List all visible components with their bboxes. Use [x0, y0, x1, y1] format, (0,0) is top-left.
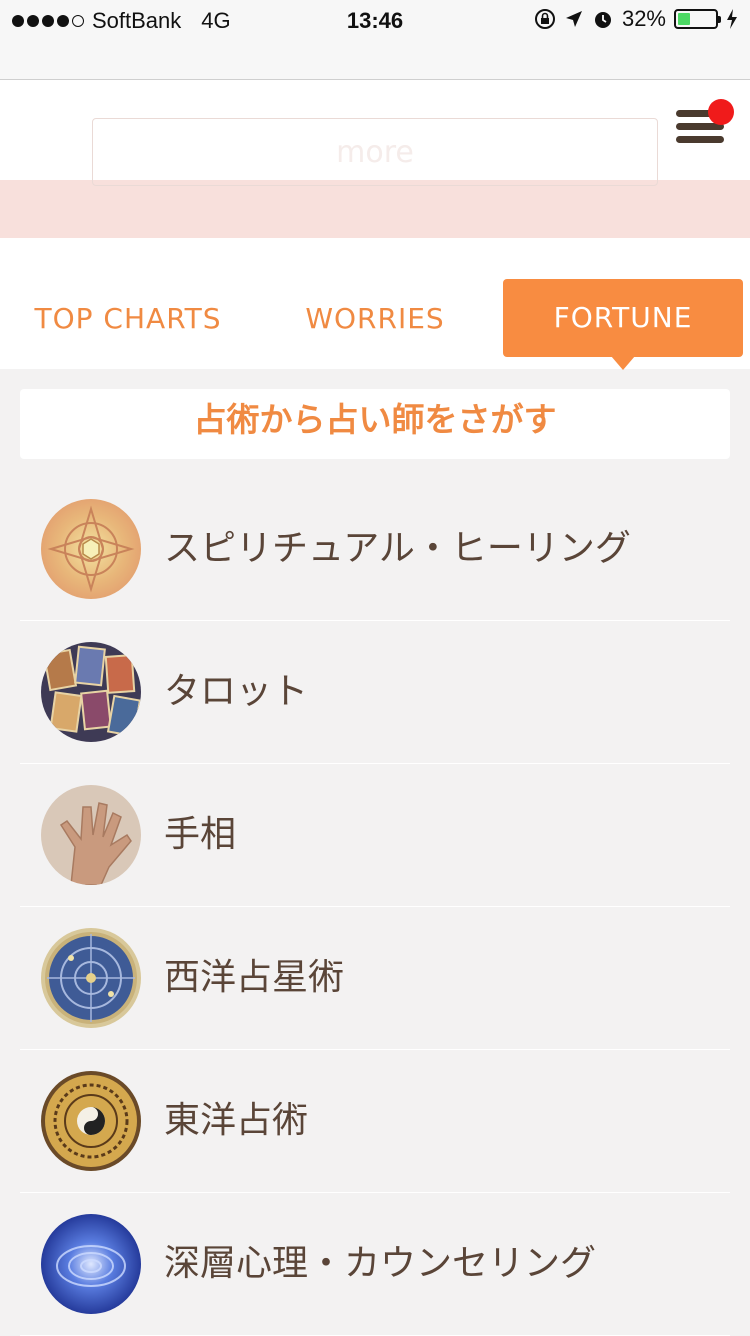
tab-fortune[interactable]: FORTUNE	[503, 279, 743, 370]
list-item-label: 手相	[164, 814, 237, 855]
list-item[interactable]: 東洋占術	[20, 1050, 730, 1193]
list-item[interactable]: タロット	[20, 621, 730, 764]
list-item-label: タロット	[164, 671, 309, 712]
yin-yang-compass-icon	[41, 1071, 141, 1171]
tarot-cards-icon	[41, 642, 141, 742]
palm-icon	[41, 785, 141, 885]
section-title: 占術から占い師をさがす	[20, 389, 730, 459]
list-item[interactable]: スピリチュアル・ヒーリング	[20, 478, 730, 621]
status-bar: SoftBank 4G 13:46 32%	[0, 0, 750, 40]
more-button[interactable]: more	[92, 118, 658, 186]
more-label: more	[336, 135, 414, 170]
charging-bolt-icon	[727, 9, 737, 29]
rotation-lock-icon	[534, 9, 555, 29]
astrolabe-icon	[41, 928, 141, 1028]
mandala-icon	[41, 499, 141, 599]
header-banner-band	[0, 180, 750, 238]
battery-icon	[674, 9, 721, 29]
list-item[interactable]: 手相	[20, 764, 730, 907]
list-item-label: 深層心理・カウンセリング	[164, 1243, 597, 1284]
tab-top-charts[interactable]: TOP CHARTS	[18, 280, 238, 358]
list-item[interactable]: 深層心理・カウンセリング	[20, 1193, 730, 1336]
tab-worries[interactable]: WORRIES	[280, 280, 470, 358]
list-item-label: 西洋占星術	[164, 957, 345, 998]
location-arrow-icon	[565, 11, 582, 27]
category-tabs: TOP CHARTS WORRIES FORTUNE	[0, 238, 750, 370]
notification-badge	[708, 99, 734, 125]
list-item[interactable]: 西洋占星術	[20, 907, 730, 1050]
battery-percent: 32%	[621, 6, 666, 31]
fortune-category-list: スピリチュアル・ヒーリング タロット 手相 西洋占星術 東洋占術 深層心理・カウ…	[20, 478, 730, 1336]
alarm-icon	[594, 12, 611, 28]
water-ripple-icon	[41, 1214, 141, 1314]
list-item-label: 東洋占術	[164, 1100, 309, 1141]
list-item-label: スピリチュアル・ヒーリング	[164, 528, 631, 569]
browser-toolbar	[0, 40, 750, 80]
